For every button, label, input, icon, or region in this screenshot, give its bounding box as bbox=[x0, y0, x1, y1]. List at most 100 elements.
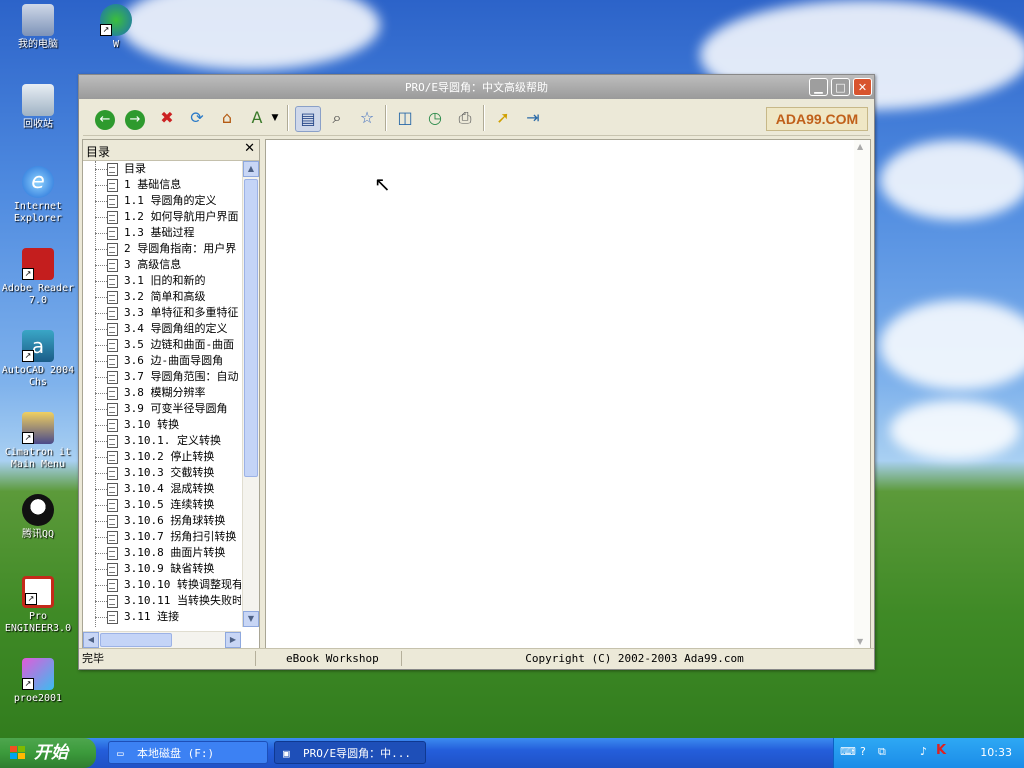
toc-item[interactable]: 目录 bbox=[83, 161, 241, 177]
home-button[interactable]: ⌂ bbox=[215, 106, 239, 130]
forward-button[interactable]: → bbox=[123, 106, 147, 130]
document-icon bbox=[107, 179, 118, 192]
document-icon bbox=[107, 595, 118, 608]
toc-item[interactable]: 3.9 可变半径导圆角 bbox=[83, 401, 241, 417]
toc-item[interactable]: 3.6 边-曲面导圆角 bbox=[83, 353, 241, 369]
back-button[interactable]: ← bbox=[93, 106, 117, 130]
toc-horizontal-scrollbar[interactable]: ◀ ▶ bbox=[83, 631, 241, 648]
content-scrollbar[interactable]: ▲ ▼ bbox=[854, 140, 870, 648]
toc-item-label: 3.1 旧的和新的 bbox=[124, 274, 206, 287]
taskbar: 开始 ▭ 本地磁盘 (F:) ▣ PRO/E导圆角：中... ⌨ ? ⧉ ♪ K… bbox=[0, 738, 1024, 768]
toc-title: 目录 bbox=[86, 145, 111, 159]
toc-vertical-scrollbar[interactable]: ▲ ▼ bbox=[242, 161, 259, 627]
toc-item[interactable]: 3.10.7 拐角扫引转换 bbox=[83, 529, 241, 545]
desktop-icon-my-computer[interactable]: 我的电脑 bbox=[0, 4, 76, 51]
scroll-thumb[interactable] bbox=[244, 179, 258, 477]
task-local-disk[interactable]: ▭ 本地磁盘 (F:) bbox=[108, 741, 268, 764]
desktop-icon-label: 我的电脑 bbox=[18, 39, 58, 50]
desktop-icon-recycle-bin[interactable]: 回收站 bbox=[0, 84, 76, 131]
window-button[interactable]: ◫ bbox=[393, 106, 417, 130]
export-icon: ⇥ bbox=[526, 108, 540, 127]
toc-item[interactable]: 3.10.4 混成转换 bbox=[83, 481, 241, 497]
toc-item[interactable]: 3.1 旧的和新的 bbox=[83, 273, 241, 289]
toc-item-label: 3.10.9 缺省转换 bbox=[124, 562, 215, 575]
toc-item[interactable]: 3.10.5 连续转换 bbox=[83, 497, 241, 513]
toc-item[interactable]: 3.10.11 当转换失败时 bbox=[83, 593, 241, 609]
toc-item[interactable]: 3.3 单特征和多重特征 bbox=[83, 305, 241, 321]
desktop-icon-adobe-reader[interactable]: ↗ Adobe Reader 7.0 bbox=[0, 248, 76, 307]
toc-item[interactable]: 3.11 连接 bbox=[83, 609, 241, 625]
desktop-icon-qq[interactable]: 腾讯QQ bbox=[0, 494, 76, 541]
task-help-window[interactable]: ▣ PRO/E导圆角：中... bbox=[274, 741, 426, 764]
scroll-up-button[interactable]: ▲ bbox=[243, 161, 259, 177]
network-icon: ↗ bbox=[100, 4, 132, 36]
volume-icon[interactable]: ♪ bbox=[920, 745, 927, 758]
chevron-left-icon: ◀ bbox=[87, 635, 95, 644]
dropdown-icon: ▼ bbox=[271, 113, 279, 123]
search-button[interactable]: ⌕ bbox=[325, 106, 349, 130]
scroll-left-button[interactable]: ◀ bbox=[83, 632, 99, 648]
title-bar[interactable]: PRO/E导圆角：中文高级帮助 ▁ □ ✕ bbox=[79, 75, 874, 99]
maximize-button[interactable]: □ bbox=[831, 78, 850, 96]
toc-item-label: 3.10.6 拐角球转换 bbox=[124, 514, 226, 527]
pointer-button[interactable]: ➚ bbox=[491, 106, 515, 130]
task-label: 本地磁盘 (F:) bbox=[137, 747, 215, 760]
toc-item[interactable]: 3 高级信息 bbox=[83, 257, 241, 273]
toc-item[interactable]: 3.10 转换 bbox=[83, 417, 241, 433]
toc-item[interactable]: 3.10.2 停止转换 bbox=[83, 449, 241, 465]
toc-item[interactable]: 1.3 基础过程 bbox=[83, 225, 241, 241]
refresh-icon: ⟳ bbox=[190, 108, 204, 127]
toc-item[interactable]: 3.7 导圆角范围：自动 bbox=[83, 369, 241, 385]
desktop-icon-proe2001[interactable]: ↗ proe2001 bbox=[0, 658, 76, 705]
toc-item[interactable]: 1 基础信息 bbox=[83, 177, 241, 193]
status-text: 完毕 bbox=[82, 652, 104, 665]
toc-item[interactable]: 3.10.8 曲面片转换 bbox=[83, 545, 241, 561]
start-button[interactable]: 开始 bbox=[0, 738, 96, 768]
favorites-icon: ☆ bbox=[359, 108, 375, 127]
toc-item[interactable]: 3.10.6 拐角球转换 bbox=[83, 513, 241, 529]
minimize-button[interactable]: ▁ bbox=[809, 78, 828, 96]
desktop-icon-network[interactable]: ↗ W bbox=[78, 4, 154, 51]
desktop-icon-autocad[interactable]: a ↗ AutoCAD 2004 Chs bbox=[0, 330, 76, 389]
desktop-icon-cimatron[interactable]: ↗ Cimatron it Main Menu bbox=[0, 412, 76, 471]
font-dropdown[interactable]: ▼ bbox=[269, 106, 281, 130]
print-button[interactable]: ⎙ bbox=[453, 106, 477, 130]
content-pane[interactable]: ▲ ▼ ↖ bbox=[265, 139, 871, 649]
help-tray-icon[interactable]: ? bbox=[860, 745, 866, 758]
favorites-button[interactable]: ☆ bbox=[355, 106, 379, 130]
toc-item[interactable]: 2 导圆角指南：用户界 bbox=[83, 241, 241, 257]
keyboard-icon[interactable]: ⌨ bbox=[840, 745, 856, 758]
toc-item[interactable]: 1.2 如何导航用户界面 bbox=[83, 209, 241, 225]
toc-item[interactable]: 3.5 边链和曲面-曲面 bbox=[83, 337, 241, 353]
toc-item[interactable]: 3.4 导圆角组的定义 bbox=[83, 321, 241, 337]
desktop-icon-pro-engineer[interactable]: ↗ Pro ENGINEER3.0 bbox=[0, 576, 76, 635]
toc-item[interactable]: 3.2 简单和高级 bbox=[83, 289, 241, 305]
toolbar-separator bbox=[287, 105, 289, 131]
horizontal-scroll-thumb[interactable] bbox=[100, 633, 172, 647]
font-button[interactable]: A bbox=[245, 106, 269, 130]
toc-item[interactable]: 3.10.1. 定义转换 bbox=[83, 433, 241, 449]
desktop-icon-internet-explorer[interactable]: e Internet Explorer bbox=[0, 166, 76, 225]
chevron-up-icon[interactable]: ▲ bbox=[857, 142, 863, 151]
toc-item[interactable]: 3.10.9 缺省转换 bbox=[83, 561, 241, 577]
kingsoft-icon[interactable]: K bbox=[936, 743, 946, 758]
toc-item[interactable]: 3.10.10 转换调整现有 bbox=[83, 577, 241, 593]
scroll-right-button[interactable]: ▶ bbox=[225, 632, 241, 648]
toc-item[interactable]: 3.8 模糊分辨率 bbox=[83, 385, 241, 401]
toc-item[interactable]: 3.10.3 交截转换 bbox=[83, 465, 241, 481]
history-button[interactable]: ◷ bbox=[423, 106, 447, 130]
toc-close-icon[interactable]: ✕ bbox=[244, 141, 255, 156]
chevron-right-icon: ▶ bbox=[229, 635, 237, 644]
stop-button[interactable]: ✖ bbox=[155, 106, 179, 130]
document-icon bbox=[107, 403, 118, 416]
toc-item[interactable]: 1.1 导圆角的定义 bbox=[83, 193, 241, 209]
network-tray-icon[interactable]: ⧉ bbox=[878, 745, 886, 759]
document-icon bbox=[107, 227, 118, 240]
document-icon bbox=[107, 483, 118, 496]
refresh-button[interactable]: ⟳ bbox=[185, 106, 209, 130]
export-button[interactable]: ⇥ bbox=[521, 106, 545, 130]
scroll-down-button[interactable]: ▼ bbox=[243, 611, 259, 627]
close-button[interactable]: ✕ bbox=[853, 78, 872, 96]
toc-button[interactable]: ▤ bbox=[295, 106, 321, 132]
chevron-down-icon[interactable]: ▼ bbox=[857, 637, 863, 646]
